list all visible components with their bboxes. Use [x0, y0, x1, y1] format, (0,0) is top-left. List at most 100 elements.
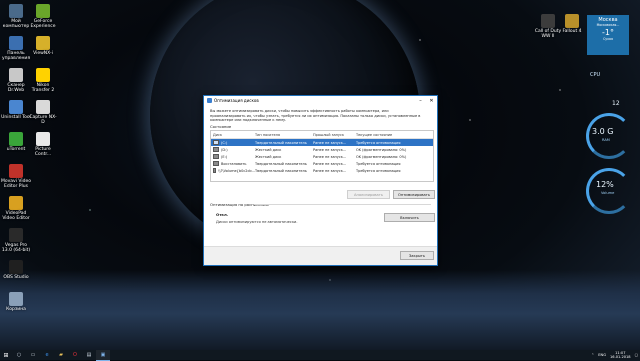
- cell-disk: (D:): [211, 147, 255, 152]
- edge-icon[interactable]: e: [40, 350, 54, 360]
- desktop-icon-label: uTorrent: [6, 147, 26, 152]
- table-row[interactable]: (E:) Жесткий диск Ранее не запуск... OK (фр…: [211, 153, 433, 160]
- column-header-state[interactable]: Текущее состояние: [356, 133, 431, 137]
- desktop-icon-4[interactable]: Сканер Dr.Web: [1, 68, 31, 93]
- desktop-icon-label: Picture Contr...: [34, 147, 52, 157]
- task-view-icon[interactable]: ▭: [26, 350, 40, 360]
- table-row[interactable]: (D:) Жесткий диск Ранее не запуск... OK (фр…: [211, 146, 433, 153]
- desktop-icon-12[interactable]: Vegas Pro 13.0 (64-bit): [1, 228, 31, 253]
- close-button[interactable]: Закрыть: [400, 251, 434, 260]
- cell-disk: Восстановить: [211, 161, 255, 166]
- ram-label: RAM: [602, 138, 610, 142]
- capture-icon: [36, 100, 50, 114]
- store-icon[interactable]: ▤: [82, 350, 96, 360]
- desktop-icon-13[interactable]: OBS Studio: [1, 260, 31, 280]
- desktop-icon-fallout[interactable]: Fallout 4: [557, 14, 587, 34]
- cell-disk: (E:): [211, 154, 255, 159]
- optimize-drives-taskbar-icon[interactable]: ▣: [96, 349, 110, 361]
- close-window-button[interactable]: ✕: [426, 96, 437, 105]
- desktop-icon-label: GeForce Experience: [30, 19, 56, 29]
- weather-condition: Сухая: [603, 37, 613, 41]
- dialog-title: Оптимизация дисков: [214, 98, 259, 103]
- disk-name: (E:): [221, 154, 228, 159]
- table-row[interactable]: \\?\Volume{b0c2cb... Твердотельный накопи…: [211, 167, 433, 174]
- cell-disk: (C:): [211, 140, 255, 145]
- viewnx-icon: [36, 36, 50, 50]
- minimize-button[interactable]: –: [415, 96, 426, 105]
- desktop-icon-9[interactable]: Picture Contr...: [28, 132, 58, 157]
- cell-disk: \\?\Volume{b0c2cb...: [211, 168, 255, 173]
- cell-last-run: Ранее не запуск...: [313, 161, 347, 166]
- desktop-icon-11[interactable]: VideoPad Video Editor: [1, 196, 31, 221]
- geforce-icon: [36, 4, 50, 18]
- desktop-icon-label: Vegas Pro 13.0 (64-bit): [1, 243, 31, 253]
- desktop-icon-0[interactable]: Мой компьютер: [1, 4, 31, 29]
- notifications-icon[interactable]: ▢: [635, 353, 638, 357]
- disk-name: (C:): [221, 140, 228, 145]
- tray-clock[interactable]: 11:07 16.01.2018: [610, 351, 631, 359]
- dialog-titlebar[interactable]: Оптимизация дисков – ✕: [204, 96, 437, 105]
- drweb-icon: [9, 68, 23, 82]
- videopad-icon: [9, 196, 23, 210]
- column-header-disk[interactable]: Диск: [211, 133, 255, 137]
- start-button[interactable]: ⊞: [0, 350, 12, 360]
- desktop-icon-label: Capture NX-D: [29, 115, 57, 125]
- desktop-icon-14[interactable]: Корзина: [1, 292, 31, 312]
- uninstall-icon: [9, 100, 23, 114]
- volume-label: Volume: [601, 191, 615, 195]
- disk-name: \\?\Volume{b0c2cb...: [218, 168, 255, 173]
- tray-arrow-icon[interactable]: ⌃: [591, 353, 594, 357]
- cell-last-run: Ранее не запуск...: [313, 140, 347, 145]
- desktop-icon-3[interactable]: ViewNX-i: [28, 36, 58, 56]
- cell-state: Требуется оптимизация: [356, 140, 401, 145]
- desktop-icon-label: ViewNX-i: [33, 51, 53, 56]
- clock-widget: 12: [612, 100, 620, 107]
- defrag-icon: [207, 98, 212, 103]
- analyze-button[interactable]: Анализировать: [347, 190, 390, 199]
- cell-media-type: Твердотельный накопитель: [255, 140, 307, 145]
- weather-widget[interactable]: Москва Московская... -1° Сухая: [587, 15, 629, 55]
- schedule-state: Откл.: [216, 212, 229, 217]
- desktop-icon-label: Nikon Transfer 2: [31, 83, 55, 93]
- weather-temp: -1°: [602, 28, 614, 37]
- desktop-icon-5[interactable]: Nikon Transfer 2: [28, 68, 58, 93]
- desktop-icon-8[interactable]: uTorrent: [1, 132, 31, 152]
- recycle-bin-icon: [9, 292, 23, 306]
- language-indicator[interactable]: ENG: [598, 353, 606, 357]
- cell-media-type: Твердотельный накопитель: [255, 168, 307, 173]
- fallout-icon: [565, 14, 579, 28]
- column-header-last-run[interactable]: Прошлый запуск: [313, 133, 356, 137]
- picture-control-icon: [36, 132, 50, 146]
- opera-icon[interactable]: O: [68, 350, 82, 360]
- drive-icon: [213, 140, 219, 145]
- desktop-icon-1[interactable]: GeForce Experience: [28, 4, 58, 29]
- cell-media-type: Жесткий диск: [255, 147, 282, 152]
- schedule-divider: [254, 204, 431, 205]
- desktop-icon-6[interactable]: Uninstall Tool: [1, 100, 31, 120]
- utorrent-icon: [9, 132, 23, 146]
- cell-media-type: Жесткий диск: [255, 154, 282, 159]
- search-icon[interactable]: ○: [12, 350, 26, 360]
- desktop-icon-label: Сканер Dr.Web: [7, 83, 25, 93]
- enable-button[interactable]: Включить: [384, 213, 435, 222]
- vegas-icon: [9, 228, 23, 242]
- table-row[interactable]: (C:) Твердотельный накопитель Ранее не зап…: [211, 139, 433, 146]
- system-tray: ⌃ ENG 11:07 16.01.2018 ▢: [591, 350, 638, 360]
- column-header-media[interactable]: Тип носителя: [255, 133, 313, 137]
- desktop-icon-7[interactable]: Capture NX-D: [28, 100, 58, 125]
- desktop-icon-2[interactable]: Панель управления: [1, 36, 31, 61]
- cell-state: OK (фрагментировано: 0%): [356, 147, 407, 152]
- drive-icon: [213, 154, 219, 159]
- dialog-description: Вы можете оптимизировать диски, чтобы по…: [210, 109, 421, 123]
- optimize-button[interactable]: Оптимизировать: [393, 190, 435, 199]
- computer-icon: [9, 4, 23, 18]
- drives-table: Диск Тип носителя Прошлый запуск Текущее…: [210, 130, 434, 182]
- desktop-icon-label: Uninstall Tool: [1, 115, 31, 120]
- desktop-icon-10[interactable]: Movavi Video Editor Plus: [1, 164, 31, 189]
- table-row[interactable]: Восстановить Твердотельный накопитель Ране…: [211, 160, 433, 167]
- disk-name: (D:): [221, 147, 228, 152]
- table-header: Диск Тип носителя Прошлый запуск Текущее…: [211, 131, 433, 139]
- explorer-icon[interactable]: ▰: [54, 350, 68, 360]
- desktop-icon-label: Мой компьютер: [2, 19, 30, 29]
- cell-state: OK (фрагментировано: 0%): [356, 154, 407, 159]
